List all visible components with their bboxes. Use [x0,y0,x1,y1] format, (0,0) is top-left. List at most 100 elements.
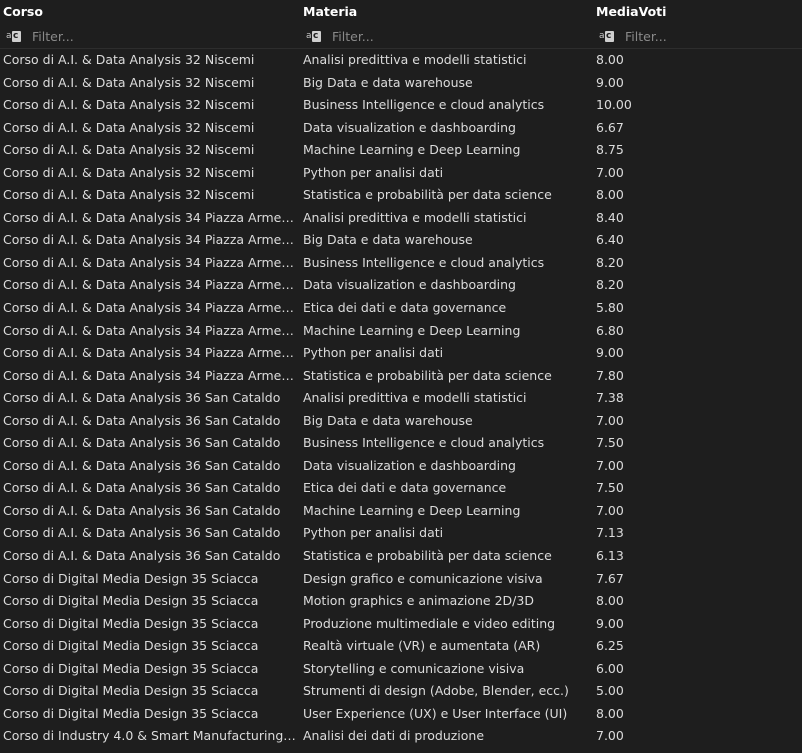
cell-corso[interactable]: Corso di A.I. & Data Analysis 36 San Cat… [3,413,297,428]
cell-materia[interactable]: Statistica e probabilità per data scienc… [303,548,588,563]
cell-materia[interactable]: Business Intelligence e cloud analytics [303,97,588,112]
cell-mediavoti[interactable]: 8.20 [596,255,716,270]
cell-materia[interactable]: Python per analisi dati [303,165,588,180]
cell-corso[interactable]: Corso di Digital Media Design 35 Sciacca [3,661,297,676]
table-row[interactable]: Corso di A.I. & Data Analysis 34 Piazza … [0,252,802,275]
cell-mediavoti[interactable]: 7.00 [596,503,716,518]
table-row[interactable]: Corso di A.I. & Data Analysis 34 Piazza … [0,229,802,252]
cell-corso[interactable]: Corso di A.I. & Data Analysis 32 Niscemi [3,120,297,135]
cell-mediavoti[interactable]: 7.80 [596,368,716,383]
table-row[interactable]: Corso di A.I. & Data Analysis 32 Niscemi… [0,94,802,117]
table-row[interactable]: Corso di A.I. & Data Analysis 36 San Cat… [0,500,802,523]
cell-materia[interactable]: Storytelling e comunicazione visiva [303,661,588,676]
cell-mediavoti[interactable]: 8.20 [596,277,716,292]
cell-mediavoti[interactable]: 7.00 [596,728,716,743]
cell-mediavoti[interactable]: 10.00 [596,97,716,112]
cell-mediavoti[interactable]: 9.00 [596,616,716,631]
column-header-corso[interactable]: Corso [3,4,43,19]
cell-mediavoti[interactable]: 6.25 [596,638,716,653]
filter-input-corso[interactable] [32,28,172,44]
cell-materia[interactable]: Etica dei dati e data governance [303,480,588,495]
cell-corso[interactable]: Corso di A.I. & Data Analysis 34 Piazza … [3,210,297,225]
cell-corso[interactable]: Corso di A.I. & Data Analysis 32 Niscemi [3,142,297,157]
table-row[interactable]: Corso di A.I. & Data Analysis 34 Piazza … [0,365,802,388]
table-row[interactable]: Corso di A.I. & Data Analysis 36 San Cat… [0,522,802,545]
cell-corso[interactable]: Corso di A.I. & Data Analysis 34 Piazza … [3,277,297,292]
cell-corso[interactable]: Corso di A.I. & Data Analysis 34 Piazza … [3,255,297,270]
cell-materia[interactable]: Data visualization e dashboarding [303,458,588,473]
cell-corso[interactable]: Corso di Digital Media Design 35 Sciacca [3,593,297,608]
abc-filter-icon[interactable]: ac [306,30,324,43]
cell-corso[interactable]: Corso di A.I. & Data Analysis 34 Piazza … [3,345,297,360]
cell-materia[interactable]: User Experience (UX) e User Interface (U… [303,706,588,721]
table-row[interactable]: Corso di A.I. & Data Analysis 34 Piazza … [0,207,802,230]
cell-mediavoti[interactable]: 7.13 [596,525,716,540]
cell-materia[interactable]: Produzione multimediale e video editing [303,616,588,631]
cell-materia[interactable]: Business Intelligence e cloud analytics [303,255,588,270]
cell-mediavoti[interactable]: 6.13 [596,548,716,563]
table-row[interactable]: Corso di A.I. & Data Analysis 36 San Cat… [0,410,802,433]
filter-input-materia[interactable] [332,28,472,44]
filter-input-mediavoti[interactable] [625,28,765,44]
cell-mediavoti[interactable]: 8.00 [596,593,716,608]
cell-corso[interactable]: Corso di A.I. & Data Analysis 34 Piazza … [3,232,297,247]
cell-materia[interactable]: Strumenti di design (Adobe, Blender, ecc… [303,683,588,698]
cell-mediavoti[interactable]: 7.38 [596,390,716,405]
abc-filter-icon[interactable]: ac [6,30,24,43]
cell-mediavoti[interactable]: 7.50 [596,435,716,450]
cell-mediavoti[interactable]: 7.00 [596,413,716,428]
cell-corso[interactable]: Corso di A.I. & Data Analysis 32 Niscemi [3,75,297,90]
cell-materia[interactable]: Statistica e probabilità per data scienc… [303,187,588,202]
cell-materia[interactable]: Big Data e data warehouse [303,75,588,90]
cell-corso[interactable]: Corso di A.I. & Data Analysis 36 San Cat… [3,503,297,518]
cell-mediavoti[interactable]: 6.00 [596,661,716,676]
cell-mediavoti[interactable]: 7.00 [596,458,716,473]
column-header-mediavoti[interactable]: MediaVoti [596,4,666,19]
table-row[interactable]: Corso di A.I. & Data Analysis 34 Piazza … [0,342,802,365]
table-row[interactable]: Corso di A.I. & Data Analysis 32 Niscemi… [0,184,802,207]
cell-materia[interactable]: Analisi dei dati di produzione [303,728,588,743]
cell-materia[interactable]: Analisi predittiva e modelli statistici [303,52,588,67]
cell-mediavoti[interactable]: 8.40 [596,210,716,225]
cell-corso[interactable]: Corso di A.I. & Data Analysis 34 Piazza … [3,368,297,383]
cell-materia[interactable]: Big Data e data warehouse [303,232,588,247]
cell-corso[interactable]: Corso di Digital Media Design 35 Sciacca [3,638,297,653]
cell-mediavoti[interactable]: 7.00 [596,165,716,180]
cell-materia[interactable]: Machine Learning e Deep Learning [303,142,588,157]
table-row[interactable]: Corso di A.I. & Data Analysis 34 Piazza … [0,297,802,320]
table-row[interactable]: Corso di Digital Media Design 35 Sciacca… [0,680,802,703]
cell-mediavoti[interactable]: 6.40 [596,232,716,247]
cell-corso[interactable]: Corso di Digital Media Design 35 Sciacca [3,683,297,698]
cell-corso[interactable]: Corso di A.I. & Data Analysis 36 San Cat… [3,525,297,540]
table-row[interactable]: Corso di A.I. & Data Analysis 36 San Cat… [0,455,802,478]
cell-corso[interactable]: Corso di A.I. & Data Analysis 32 Niscemi [3,52,297,67]
cell-materia[interactable]: Analisi predittiva e modelli statistici [303,390,588,405]
table-row[interactable]: Corso di A.I. & Data Analysis 32 Niscemi… [0,139,802,162]
cell-corso[interactable]: Corso di Industry 4.0 & Smart Manufactur… [3,728,297,743]
table-row[interactable]: Corso di A.I. & Data Analysis 32 Niscemi… [0,49,802,72]
cell-corso[interactable]: Corso di Digital Media Design 35 Sciacca [3,571,297,586]
cell-mediavoti[interactable]: 5.00 [596,683,716,698]
cell-materia[interactable]: Machine Learning e Deep Learning [303,323,588,338]
table-row[interactable]: Corso di A.I. & Data Analysis 36 San Cat… [0,387,802,410]
table-row[interactable]: Corso di A.I. & Data Analysis 36 San Cat… [0,545,802,568]
table-row[interactable]: Corso di Digital Media Design 35 Sciacca… [0,658,802,681]
table-row[interactable]: Corso di A.I. & Data Analysis 36 San Cat… [0,432,802,455]
cell-materia[interactable]: Business Intelligence e cloud analytics [303,435,588,450]
table-row[interactable]: Corso di A.I. & Data Analysis 32 Niscemi… [0,117,802,140]
table-row[interactable]: Corso di Digital Media Design 35 Sciacca… [0,568,802,591]
cell-materia[interactable]: Realtà virtuale (VR) e aumentata (AR) [303,638,588,653]
table-row[interactable]: Corso di Digital Media Design 35 Sciacca… [0,703,802,726]
cell-corso[interactable]: Corso di A.I. & Data Analysis 32 Niscemi [3,97,297,112]
cell-materia[interactable]: Analisi predittiva e modelli statistici [303,210,588,225]
cell-mediavoti[interactable]: 9.00 [596,345,716,360]
cell-mediavoti[interactable]: 5.80 [596,300,716,315]
cell-mediavoti[interactable]: 8.00 [596,52,716,67]
cell-corso[interactable]: Corso di A.I. & Data Analysis 36 San Cat… [3,480,297,495]
cell-corso[interactable]: Corso di A.I. & Data Analysis 36 San Cat… [3,458,297,473]
cell-mediavoti[interactable]: 7.67 [596,571,716,586]
cell-corso[interactable]: Corso di Digital Media Design 35 Sciacca [3,706,297,721]
table-row[interactable]: Corso di Industry 4.0 & Smart Manufactur… [0,725,802,748]
cell-corso[interactable]: Corso di Digital Media Design 35 Sciacca [3,616,297,631]
cell-corso[interactable]: Corso di A.I. & Data Analysis 36 San Cat… [3,435,297,450]
